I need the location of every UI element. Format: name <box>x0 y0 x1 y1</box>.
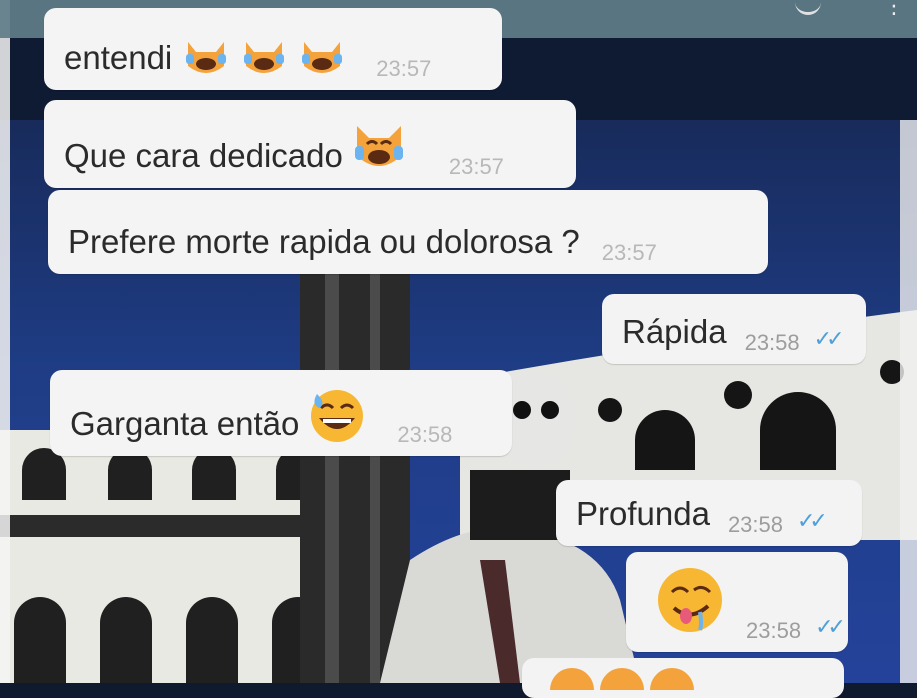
double-check-icon: ✓✓ <box>815 614 846 639</box>
message-text: Rápida <box>622 313 727 350</box>
message-text: entendi <box>64 39 173 76</box>
message-text: Profunda <box>576 495 710 532</box>
call-icon[interactable] <box>795 0 821 15</box>
message-time: 23:58 <box>727 512 783 537</box>
message-time: 23:58 <box>746 618 802 643</box>
photo-edge <box>0 0 10 683</box>
message-bubble-incoming[interactable]: Prefere morte rapida ou dolorosa ? 23:57 <box>48 190 768 274</box>
message-text: Garganta então <box>70 405 300 442</box>
message-time: 23:57 <box>376 56 432 81</box>
cat-tears-of-joy-emoji <box>182 36 230 78</box>
cat-tears-of-joy-emoji <box>353 122 405 174</box>
message-time: 23:57 <box>448 154 504 179</box>
message-bubble-outgoing-partial[interactable] <box>522 658 844 698</box>
grinning-sweat-emoji <box>309 388 365 444</box>
message-bubble-incoming[interactable]: entendi 23:57 <box>44 8 502 90</box>
drooling-face-emoji <box>656 566 724 634</box>
message-bubble-outgoing[interactable]: Profunda 23:58 ✓✓ <box>556 480 862 546</box>
message-bubble-incoming[interactable]: Que cara dedicado 23:57 <box>44 100 576 188</box>
message-time: 23:58 <box>744 330 800 355</box>
cat-tears-of-joy-emoji <box>298 36 346 78</box>
double-check-icon: ✓✓ <box>813 326 845 351</box>
emoji-partial <box>542 660 702 690</box>
message-time: 23:57 <box>601 240 657 265</box>
message-bubble-outgoing[interactable]: Rápida 23:58 ✓✓ <box>602 294 866 364</box>
message-text: Que cara dedicado <box>64 137 343 174</box>
double-check-icon: ✓✓ <box>797 508 828 533</box>
cat-tears-of-joy-emoji <box>240 36 288 78</box>
message-time: 23:58 <box>397 422 453 447</box>
message-text: Prefere morte rapida ou dolorosa ? <box>68 223 580 260</box>
message-bubble-outgoing[interactable]: 23:58 ✓✓ <box>626 552 848 652</box>
message-bubble-incoming[interactable]: Garganta então 23:58 <box>50 370 512 456</box>
more-vert-icon[interactable]: ⋮ <box>883 0 905 17</box>
